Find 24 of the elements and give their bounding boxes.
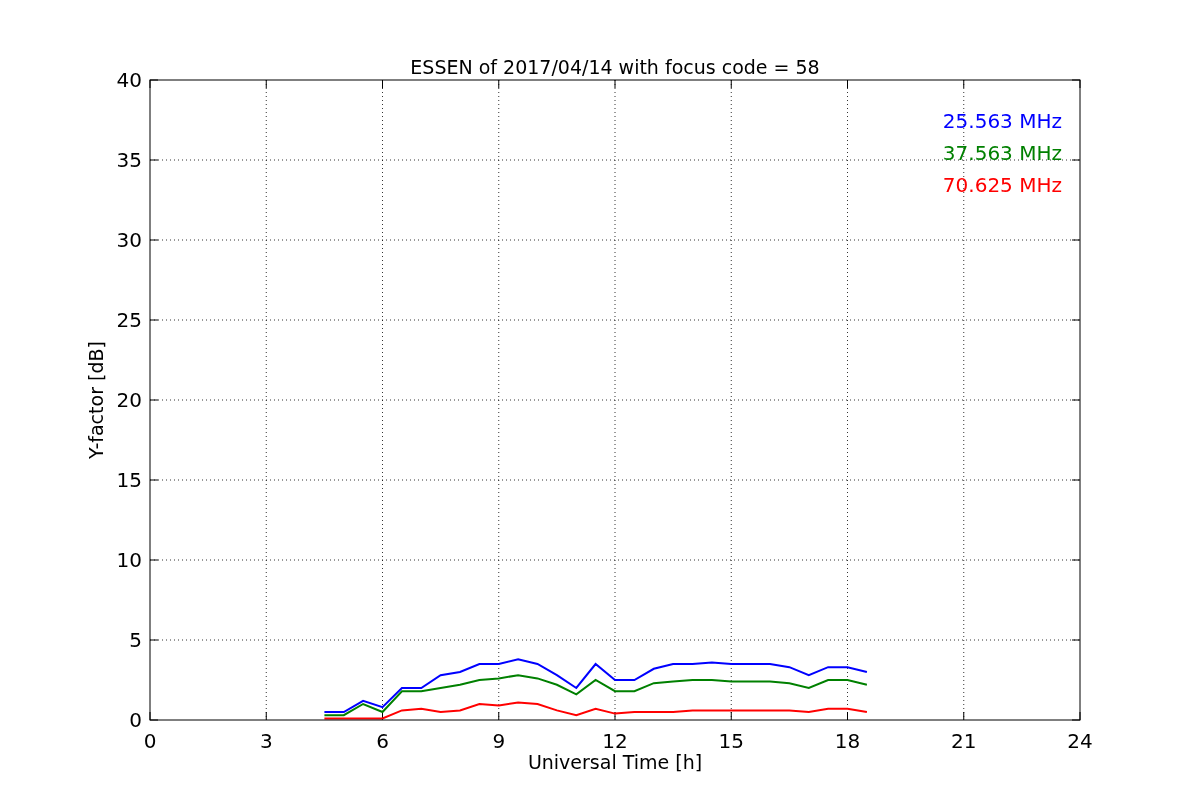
y-tick-label: 5 bbox=[129, 628, 142, 652]
y-tick-label: 35 bbox=[116, 148, 142, 172]
x-tick-label: 9 bbox=[492, 729, 506, 753]
x-tick-label: 24 bbox=[1067, 729, 1093, 753]
legend-label: 70.625 MHz bbox=[942, 173, 1062, 197]
x-tick-label: 21 bbox=[951, 729, 977, 753]
legend-label: 37.563 MHz bbox=[942, 141, 1062, 165]
x-tick-label: 3 bbox=[259, 729, 273, 753]
chart-title: ESSEN of 2017/04/14 with focus code = 58 bbox=[410, 56, 820, 78]
x-tick-label: 0 bbox=[143, 729, 157, 753]
y-tick-label: 30 bbox=[116, 228, 142, 252]
y-tick-label: 25 bbox=[116, 308, 142, 332]
y-tick-label: 15 bbox=[116, 468, 142, 492]
x-tick-label: 15 bbox=[718, 729, 744, 753]
y-tick-label: 10 bbox=[116, 548, 142, 572]
x-tick-label: 12 bbox=[602, 729, 628, 753]
y-tick-label: 0 bbox=[129, 708, 142, 732]
y-tick-label: 40 bbox=[116, 68, 142, 92]
x-axis-label: Universal Time [h] bbox=[527, 751, 703, 773]
legend-label: 25.563 MHz bbox=[942, 109, 1062, 133]
x-tick-label: 18 bbox=[834, 729, 861, 753]
y-axis-label: Y-factor [dB] bbox=[85, 341, 107, 459]
x-tick-label: 6 bbox=[376, 729, 389, 753]
y-tick-label: 20 bbox=[116, 388, 142, 412]
